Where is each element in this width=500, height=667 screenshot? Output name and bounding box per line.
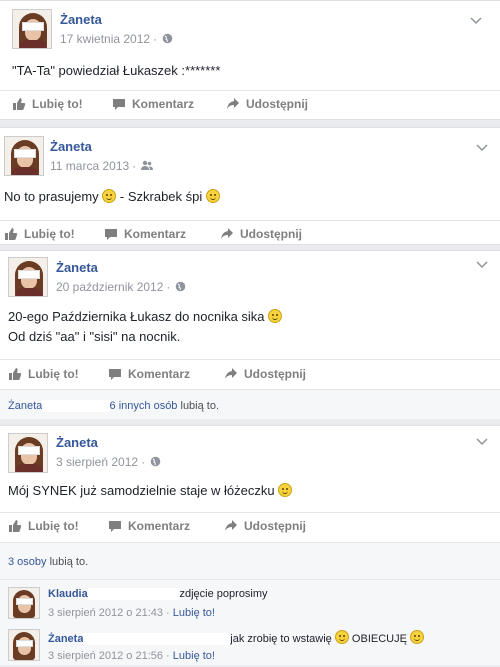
comment-icon xyxy=(105,229,117,240)
post-actions: Lubię to! Komentarz Udostępnij xyxy=(0,220,500,246)
post-text: No to prasujemy - Szkrabek śpi xyxy=(4,187,220,207)
post-card: Żaneta 20 październik 2012 · 20-ego Paźdz… xyxy=(0,250,500,419)
comment-avatar[interactable] xyxy=(8,629,40,661)
post-date: 11 marca 2013 · xyxy=(50,159,154,173)
chevron-down-icon[interactable] xyxy=(476,261,488,269)
likes-text[interactable]: Żaneta ___________ 6 innych osób lubią t… xyxy=(8,400,219,412)
post-text-line-2: Od dziś "aa" i "sisi" na nocnik. xyxy=(8,329,181,344)
share-button[interactable]: Udostępnij xyxy=(226,97,308,111)
comment-icon xyxy=(113,99,125,110)
share-icon xyxy=(221,228,233,239)
smile-emoji-icon xyxy=(334,630,349,644)
comment: Żaneta ________________________ jak zrob… xyxy=(0,627,500,667)
author-name[interactable]: Żaneta xyxy=(60,12,102,27)
globe-icon xyxy=(150,456,161,467)
share-icon xyxy=(227,98,239,109)
comment-meta: 3 sierpień 2012 o 21:56 · Lubię to! xyxy=(48,650,215,662)
like-button[interactable]: Lubię to! xyxy=(4,227,75,241)
comment-icon xyxy=(109,521,121,532)
smile-emoji-icon xyxy=(102,189,117,203)
share-icon xyxy=(225,520,237,531)
chevron-down-icon[interactable] xyxy=(476,144,488,152)
globe-icon xyxy=(162,33,173,44)
chevron-down-icon[interactable] xyxy=(476,438,488,446)
post-card: Żaneta 3 sierpień 2012 · Mój SYNEK już sa… xyxy=(0,425,500,665)
share-icon xyxy=(225,368,237,379)
comment-like-link[interactable]: Lubię to! xyxy=(173,607,215,619)
like-button[interactable]: Lubię to! xyxy=(8,519,79,533)
post-date-text[interactable]: 17 kwietnia 2012 xyxy=(60,32,150,46)
thumbs-up-icon xyxy=(13,98,26,110)
post-date-text[interactable]: 3 sierpień 2012 xyxy=(56,455,138,469)
friends-icon xyxy=(141,160,154,170)
share-button[interactable]: Udostępnij xyxy=(220,227,302,241)
post-date-text[interactable]: 20 październik 2012 xyxy=(56,280,163,294)
thumbs-up-icon xyxy=(5,228,18,240)
smile-emoji-icon xyxy=(205,189,220,203)
like-button[interactable]: Lubię to! xyxy=(8,367,79,381)
globe-icon xyxy=(176,281,186,292)
smile-emoji-icon xyxy=(410,630,424,644)
avatar[interactable] xyxy=(12,9,52,49)
post-date: 17 kwietnia 2012 · xyxy=(60,32,173,46)
smile-emoji-icon xyxy=(278,483,293,497)
comment-avatar[interactable] xyxy=(8,587,40,619)
avatar[interactable] xyxy=(4,136,44,176)
post-card: Żaneta 17 kwietnia 2012 · "TA-Ta" powiedz… xyxy=(0,0,500,120)
thumbs-up-icon xyxy=(9,368,22,380)
post-text: 20-ego Października Łukasz do nocnika si… xyxy=(8,307,283,327)
post-date-text[interactable]: 11 marca 2013 xyxy=(50,159,129,173)
share-button[interactable]: Udostępnij xyxy=(224,367,306,381)
comment-meta: 3 sierpień 2012 o 21:43 · Lubię to! xyxy=(48,607,215,619)
post-date: 20 październik 2012 · xyxy=(56,280,186,294)
like-button[interactable]: Lubię to! xyxy=(12,97,83,111)
author-name[interactable]: Żaneta xyxy=(50,139,92,154)
comments-divider xyxy=(0,579,500,580)
post-actions: Lubię to! Komentarz Udostępnij xyxy=(0,512,500,542)
avatar[interactable] xyxy=(8,257,48,297)
likes-text[interactable]: 3 osoby lubią to. xyxy=(8,556,88,568)
comment-author[interactable]: Żaneta xyxy=(48,633,83,645)
comment-like-link[interactable]: Lubię to! xyxy=(173,650,215,662)
comment: Klaudia _______________ zdjęcie poprosim… xyxy=(0,583,500,623)
smile-emoji-icon xyxy=(268,309,283,323)
comment-author[interactable]: Klaudia xyxy=(48,588,88,600)
chevron-down-icon[interactable] xyxy=(470,17,482,25)
comment-button[interactable]: Komentarz xyxy=(108,519,190,533)
post-card: Żaneta 11 marca 2013 · No to prasujemy - … xyxy=(0,127,500,245)
post-actions: Lubię to! Komentarz Udostępnij xyxy=(0,90,500,120)
comment-button[interactable]: Komentarz xyxy=(104,227,186,241)
post-date: 3 sierpień 2012 · xyxy=(56,455,161,469)
share-button[interactable]: Udostępnij xyxy=(224,519,306,533)
comment-icon xyxy=(109,369,121,380)
author-name[interactable]: Żaneta xyxy=(56,260,98,275)
post-text: "TA-Ta" powiedział Łukaszek :******* xyxy=(12,63,221,78)
comment-button[interactable]: Komentarz xyxy=(112,97,194,111)
avatar[interactable] xyxy=(8,433,48,473)
thumbs-up-icon xyxy=(9,520,22,532)
post-text: Mój SYNEK już samodzielnie staje w łóżec… xyxy=(8,481,293,501)
post-actions: Lubię to! Komentarz Udostępnij xyxy=(0,359,500,389)
comment-button[interactable]: Komentarz xyxy=(108,367,190,381)
comment-body: Żaneta ________________________ jak zrob… xyxy=(48,630,424,645)
likes-summary: Żaneta ___________ 6 innych osób lubią t… xyxy=(0,389,500,419)
comment-body: Klaudia _______________ zdjęcie poprosim… xyxy=(48,588,268,600)
likes-summary: 3 osoby lubią to. Klaudia ______________… xyxy=(0,542,500,665)
author-name[interactable]: Żaneta xyxy=(56,435,98,450)
